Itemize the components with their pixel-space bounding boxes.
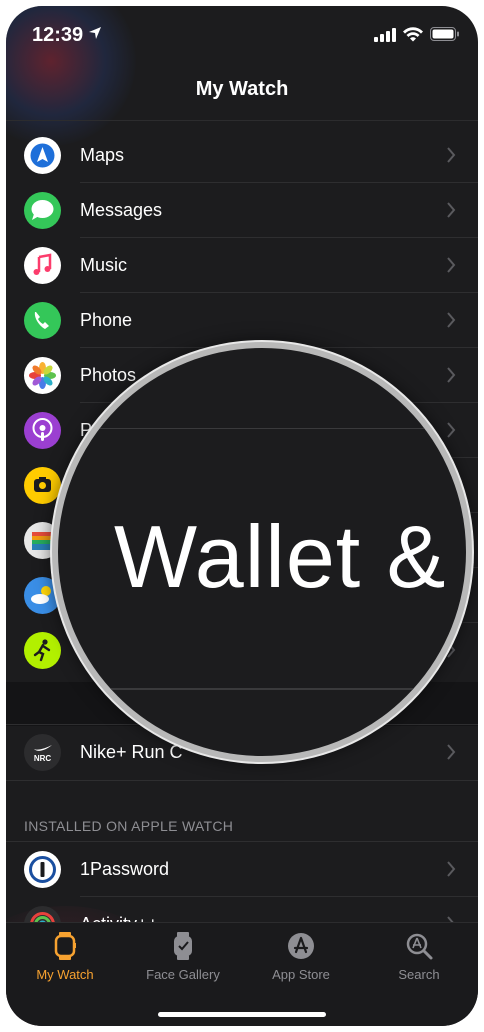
list-item-messages[interactable]: Messages <box>6 183 478 238</box>
phone-screen: 12:39 My Watch Maps Messages Music Phone… <box>6 6 478 1026</box>
list-item-label: Photos <box>80 365 137 385</box>
chevron-right-icon <box>447 367 456 383</box>
section-header-installed: INSTALLED ON APPLE WATCH <box>24 818 234 834</box>
chevron-right-icon <box>447 257 456 273</box>
app-store-icon <box>288 933 314 959</box>
location-arrow-icon <box>89 27 101 39</box>
onepassword-icon <box>24 851 61 888</box>
maps-icon <box>24 137 61 174</box>
chevron-right-icon <box>447 422 456 438</box>
page-title: My Watch <box>195 78 289 100</box>
list-item-label: Nike+ Run C <box>80 742 183 762</box>
chevron-right-icon <box>447 861 456 877</box>
face-gallery-icon <box>174 932 192 960</box>
tab-label: Face Gallery <box>146 967 220 982</box>
tab-app-store[interactable]: App Store <box>242 931 360 982</box>
workout-icon <box>24 632 61 669</box>
status-time: 12:39 <box>32 24 84 46</box>
phone-icon <box>24 302 61 339</box>
list-item-phone[interactable]: Phone <box>6 293 478 348</box>
magnified-label: Wallet & <box>114 507 447 606</box>
list-item-1password[interactable]: 1Password <box>6 842 478 897</box>
nav-divider <box>6 120 478 121</box>
tab-bar: My Watch Face Gallery App Store Search <box>6 922 478 1026</box>
cellular-signal-icon <box>374 28 396 42</box>
status-bar: 12:39 <box>6 6 478 60</box>
watch-icon <box>54 932 76 960</box>
remote-camera-icon <box>24 467 61 504</box>
tab-search[interactable]: Search <box>360 931 478 982</box>
tab-my-watch[interactable]: My Watch <box>6 931 124 982</box>
list-item-label: Music <box>80 255 128 275</box>
photos-icon <box>24 357 61 394</box>
wifi-icon <box>403 27 423 42</box>
chevron-right-icon <box>447 744 456 760</box>
chevron-right-icon <box>447 312 456 328</box>
search-icon <box>406 933 433 960</box>
list-item-label: Messages <box>80 200 163 220</box>
tab-label: App Store <box>272 967 330 982</box>
list-item-label: Phone <box>80 310 133 330</box>
chevron-right-icon <box>447 202 456 218</box>
magnifier-row-separator <box>58 428 466 429</box>
music-icon <box>24 247 61 284</box>
battery-icon <box>430 27 459 41</box>
magnifier-overlay: Wallet & <box>52 342 472 762</box>
list-item-label: 1Password <box>80 859 170 879</box>
chevron-right-icon <box>447 147 456 163</box>
tab-face-gallery[interactable]: Face Gallery <box>124 931 242 982</box>
tab-label: My Watch <box>36 967 94 982</box>
messages-icon <box>24 192 61 229</box>
magnifier-row-separator <box>58 688 466 690</box>
nike-icon-text: NRC <box>34 754 52 763</box>
list-item-maps[interactable]: Maps <box>6 128 478 183</box>
home-indicator[interactable] <box>158 1012 326 1017</box>
podcasts-icon <box>24 412 61 449</box>
tab-label: Search <box>398 967 440 982</box>
list-item-music[interactable]: Music <box>6 238 478 293</box>
list-item-label: Maps <box>80 145 125 165</box>
nike-run-club-icon: NRC <box>24 734 61 771</box>
